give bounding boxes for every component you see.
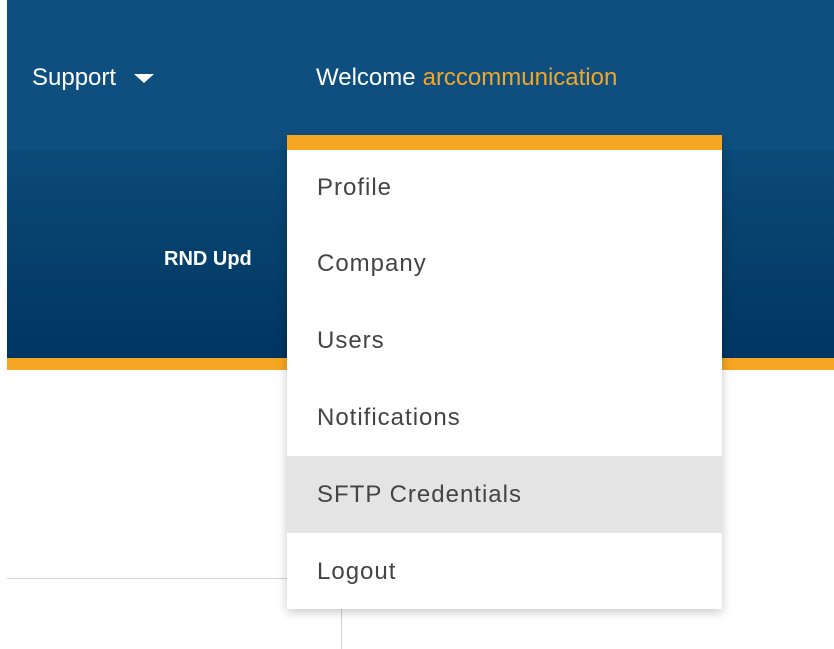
username-menu-toggle[interactable]: arccommunication: [423, 64, 618, 92]
menu-item-users[interactable]: Users: [287, 302, 722, 379]
top-navigation-bar: Support Welcome arccommunication: [7, 0, 834, 150]
welcome-message: Welcome arccommunication: [316, 58, 617, 98]
menu-item-logout[interactable]: Logout: [287, 533, 722, 610]
support-menu-toggle[interactable]: Support: [32, 58, 155, 98]
menu-item-notifications[interactable]: Notifications: [287, 379, 722, 456]
banner-title: RND Upd: [164, 248, 252, 270]
menu-item-profile[interactable]: Profile: [287, 150, 722, 225]
welcome-prefix: Welcome: [316, 64, 416, 91]
chevron-down-icon: [134, 73, 155, 83]
user-menu-dropdown: Profile Company Users Notifications SFTP…: [287, 135, 722, 609]
page: Support Welcome arccommunication RND Upd…: [0, 0, 834, 649]
menu-item-company[interactable]: Company: [287, 225, 722, 302]
user-menu-list: Profile Company Users Notifications SFTP…: [287, 150, 722, 610]
dropdown-accent-bar: [287, 135, 722, 150]
support-menu-label: Support: [32, 64, 117, 91]
menu-item-sftp-credentials[interactable]: SFTP Credentials: [287, 456, 722, 533]
